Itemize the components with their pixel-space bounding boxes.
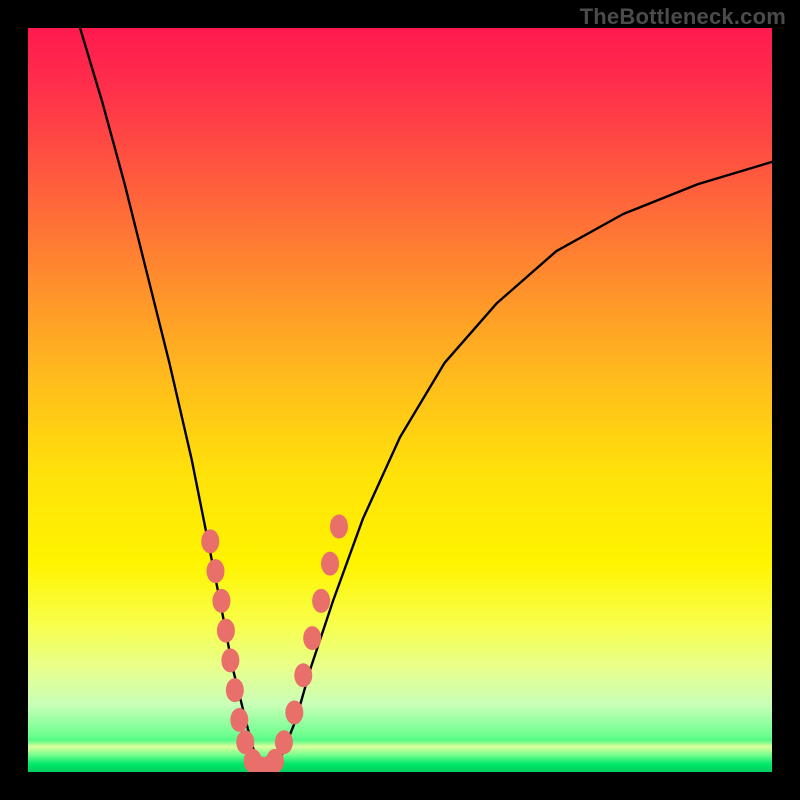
bead-icon bbox=[201, 529, 219, 553]
bead-icon bbox=[275, 730, 293, 754]
bead-icon bbox=[285, 700, 303, 724]
bead-icon bbox=[226, 678, 244, 702]
bead-group bbox=[201, 514, 348, 772]
bead-icon bbox=[221, 648, 239, 672]
watermark-text: TheBottleneck.com bbox=[580, 4, 786, 30]
bead-icon bbox=[312, 589, 330, 613]
bead-icon bbox=[321, 552, 339, 576]
bead-icon bbox=[330, 514, 348, 538]
bottleneck-curve bbox=[28, 28, 772, 772]
bead-icon bbox=[294, 663, 312, 687]
bead-icon bbox=[212, 589, 230, 613]
chart-area bbox=[28, 28, 772, 772]
curve-path bbox=[80, 28, 772, 772]
bead-icon bbox=[230, 708, 248, 732]
bead-icon bbox=[303, 626, 321, 650]
bead-icon bbox=[206, 559, 224, 583]
bead-icon bbox=[217, 619, 235, 643]
